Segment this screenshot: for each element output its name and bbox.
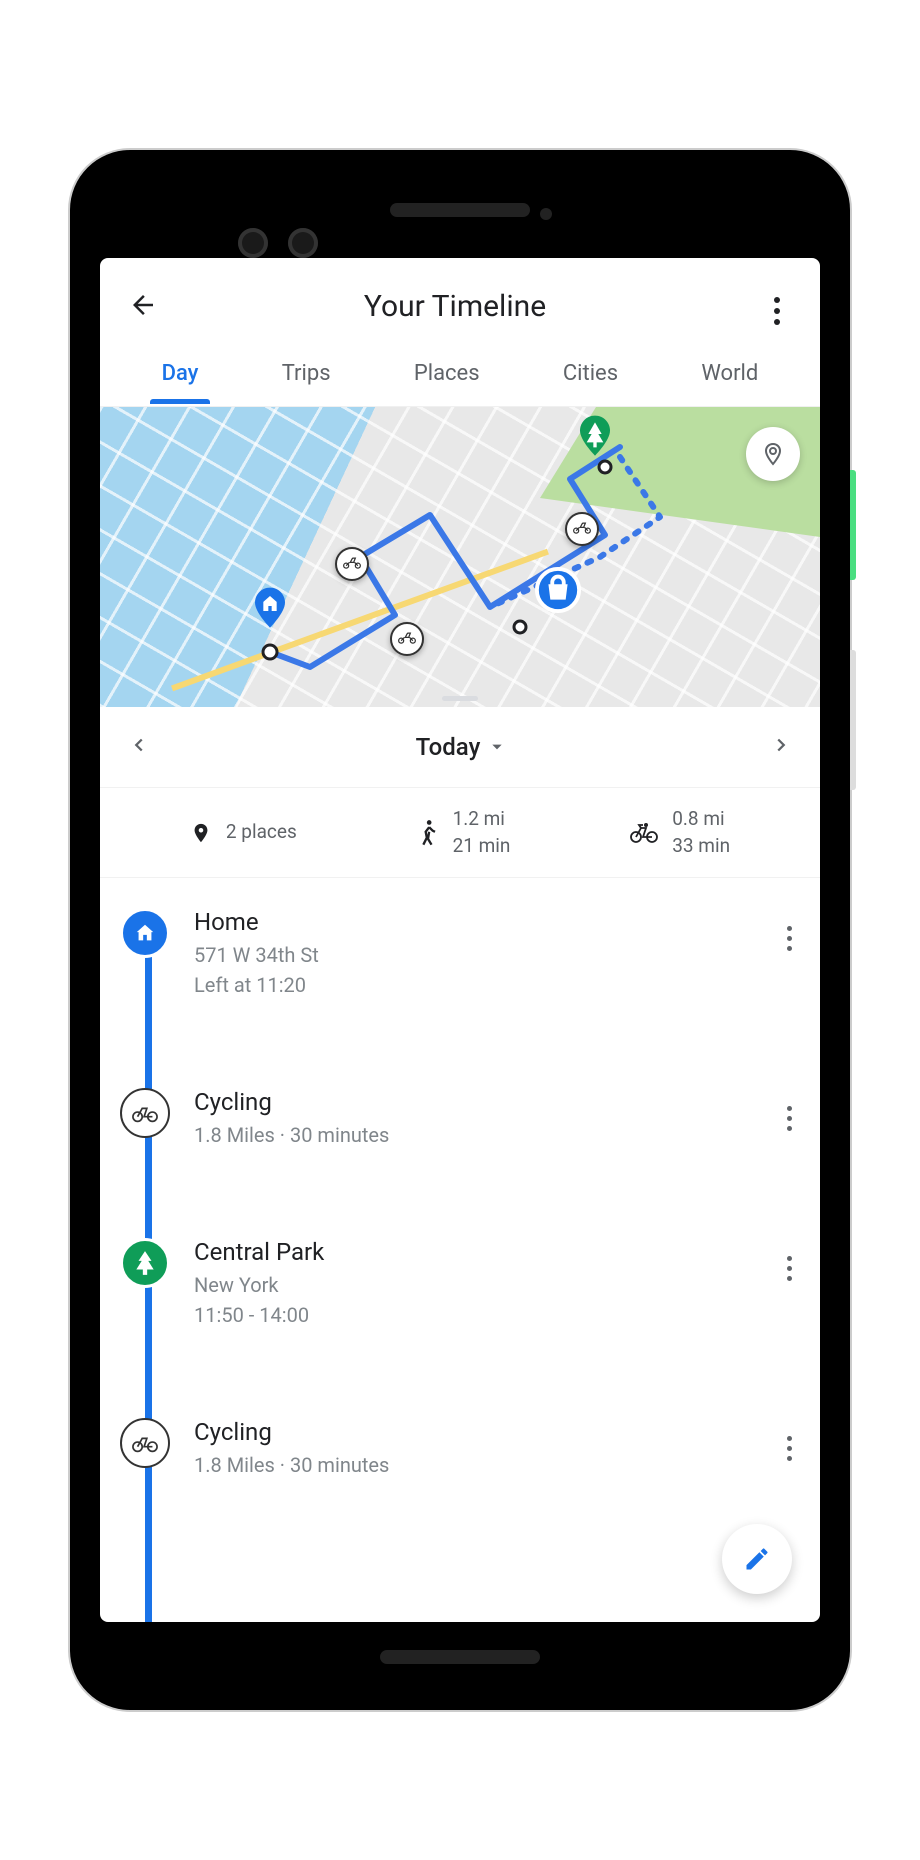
timeline-item-cycling-1[interactable]: Cycling 1.8 Miles · 30 minutes <box>120 1088 800 1150</box>
item-menu-button[interactable] <box>779 1238 800 1289</box>
app-screen: Your Timeline Day Trips Places Cities Wo… <box>100 258 820 1622</box>
phone-speaker <box>390 203 530 217</box>
walking-icon <box>417 819 439 847</box>
item-title: Cycling <box>194 1088 755 1116</box>
item-title: Central Park <box>194 1238 755 1266</box>
map-pin-shopping[interactable] <box>535 567 575 607</box>
map-marker-bike-2[interactable] <box>390 622 424 656</box>
bike-icon <box>572 519 592 539</box>
dropdown-icon <box>490 740 504 754</box>
more-vert-icon <box>774 297 780 325</box>
next-day-button[interactable] <box>770 734 792 760</box>
item-address: 571 W 34th St <box>194 940 755 970</box>
places-count: 2 places <box>226 819 297 846</box>
item-detail: 1.8 Miles · 30 minutes <box>194 1450 755 1480</box>
pencil-icon <box>743 1545 771 1573</box>
date-navigator: Today <box>100 707 820 788</box>
phone-frame: Your Timeline Day Trips Places Cities Wo… <box>70 150 850 1710</box>
home-icon <box>120 908 170 958</box>
timeline-item-central-park[interactable]: Central Park New York 11:50 - 14:00 <box>120 1238 800 1330</box>
walk-time: 21 min <box>453 833 511 860</box>
map-pin-home[interactable] <box>250 587 290 627</box>
activity-summary: 2 places 1.2 mi 21 min 0.8 mi 33 min <box>100 788 820 878</box>
tab-trips[interactable]: Trips <box>276 349 337 402</box>
summary-walking: 1.2 mi 21 min <box>417 806 511 859</box>
tab-cities[interactable]: Cities <box>557 349 624 402</box>
tab-places[interactable]: Places <box>408 349 486 402</box>
overflow-menu-button[interactable] <box>762 288 792 325</box>
sensor <box>540 208 552 220</box>
item-time: 11:50 - 14:00 <box>194 1300 755 1330</box>
tab-day[interactable]: Day <box>156 349 205 402</box>
map-pin-park[interactable] <box>575 415 615 455</box>
more-vert-icon <box>787 1436 792 1461</box>
item-detail: 1.8 Miles · 30 minutes <box>194 1120 755 1150</box>
summary-cycling: 0.8 mi 33 min <box>630 806 730 859</box>
more-vert-icon <box>787 926 792 951</box>
tab-world[interactable]: World <box>695 349 764 402</box>
bike-distance: 0.8 mi <box>672 806 730 833</box>
location-pin-icon <box>761 442 785 466</box>
front-camera-2 <box>288 228 318 258</box>
bike-time: 33 min <box>672 833 730 860</box>
bike-icon <box>342 554 362 574</box>
item-menu-button[interactable] <box>779 908 800 959</box>
bike-icon <box>120 1418 170 1468</box>
bike-icon <box>397 629 417 649</box>
timeline-list[interactable]: Home 571 W 34th St Left at 11:20 Cycling… <box>100 878 820 1622</box>
bike-icon <box>120 1088 170 1138</box>
item-menu-button[interactable] <box>779 1418 800 1469</box>
tab-bar: Day Trips Places Cities World <box>100 349 820 407</box>
page-title: Your Timeline <box>148 289 762 324</box>
more-vert-icon <box>787 1106 792 1131</box>
front-camera <box>238 228 268 258</box>
item-menu-button[interactable] <box>779 1088 800 1139</box>
map-route <box>100 407 820 707</box>
app-header: Your Timeline <box>100 258 820 349</box>
volume-button <box>850 650 856 790</box>
bottom-speaker <box>380 1650 540 1664</box>
date-selector[interactable]: Today <box>150 733 770 761</box>
item-title: Cycling <box>194 1418 755 1446</box>
map-recenter-button[interactable] <box>746 427 800 481</box>
bike-icon <box>630 822 658 844</box>
item-location: New York <box>194 1270 755 1300</box>
power-button <box>850 470 856 580</box>
item-title: Home <box>194 908 755 936</box>
chevron-right-icon <box>770 734 792 756</box>
more-vert-icon <box>787 1256 792 1281</box>
drag-handle[interactable] <box>442 696 478 701</box>
prev-day-button[interactable] <box>128 734 150 760</box>
timeline-item-home[interactable]: Home 571 W 34th St Left at 11:20 <box>120 908 800 1000</box>
timeline-item-cycling-2[interactable]: Cycling 1.8 Miles · 30 minutes <box>120 1418 800 1480</box>
place-icon <box>190 822 212 844</box>
chevron-left-icon <box>128 734 150 756</box>
map-view[interactable] <box>100 407 820 707</box>
edit-fab[interactable] <box>722 1524 792 1594</box>
summary-places: 2 places <box>190 819 297 846</box>
tree-icon <box>120 1238 170 1288</box>
item-time: Left at 11:20 <box>194 970 755 1000</box>
map-marker-bike-1[interactable] <box>335 547 369 581</box>
map-marker-bike-3[interactable] <box>565 512 599 546</box>
walk-distance: 1.2 mi <box>453 806 511 833</box>
date-label: Today <box>416 733 481 761</box>
